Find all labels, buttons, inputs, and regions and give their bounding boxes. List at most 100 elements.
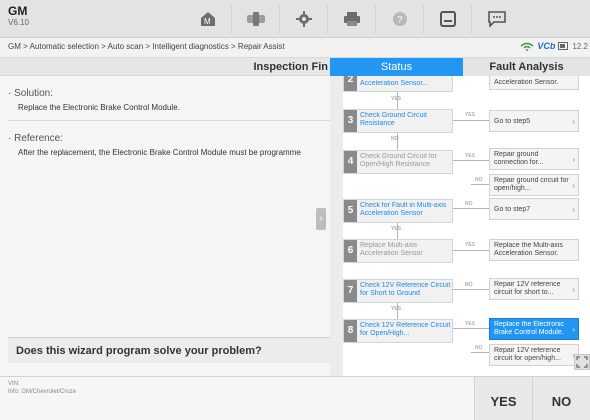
vci-status: VCb 12.2 xyxy=(520,41,588,51)
connector xyxy=(453,208,489,209)
right-panel-tabs: Status Fault Analysis xyxy=(330,58,590,76)
flow-label-yes: YES xyxy=(391,226,402,232)
home-button[interactable]: M xyxy=(185,4,232,34)
flow-result-4-no[interactable]: Repair ground circuit for open/high... › xyxy=(489,174,579,196)
tab-fault-analysis[interactable]: Fault Analysis xyxy=(463,58,590,76)
flow-step-2[interactable]: 2 Acceleration Sensor... xyxy=(343,76,453,92)
flow-step-4[interactable]: 4 Check Ground Circuit for Open/High Res… xyxy=(343,150,453,174)
vci-label: VCb xyxy=(537,41,556,51)
flow-step-7[interactable]: 7 Check 12V Reference Circuit for Short … xyxy=(343,279,453,303)
expand-icon[interactable] xyxy=(574,354,590,370)
settings-icon xyxy=(296,11,312,27)
step-number: 4 xyxy=(344,151,357,173)
flow-label-yes: YES xyxy=(391,96,402,102)
breadcrumb[interactable]: GM > Automatic selection > Auto scan > I… xyxy=(8,42,285,51)
connector xyxy=(453,289,489,290)
yes-button[interactable]: YES xyxy=(474,377,532,420)
home-icon: M xyxy=(201,12,215,26)
connector xyxy=(471,352,489,353)
connector xyxy=(453,160,489,161)
result-text: Repair ground connection for... xyxy=(494,151,544,166)
app-version: V6.10 xyxy=(8,18,29,27)
step-number: 2 xyxy=(344,76,357,91)
result-text: Acceleration Sensor. xyxy=(494,79,559,86)
result-text: Go to step5 xyxy=(494,118,531,125)
help-button[interactable]: ? xyxy=(377,4,424,34)
flow-step-3[interactable]: 3 Check Ground Circuit Resistance xyxy=(343,109,453,133)
flow-result-5[interactable]: Go to step7 › xyxy=(489,198,579,220)
wifi-icon xyxy=(520,42,534,51)
breadcrumb-bar: GM > Automatic selection > Auto scan > I… xyxy=(0,38,590,58)
flow-step-5[interactable]: 5 Check for Fault in Multi-axis Accelera… xyxy=(343,199,453,223)
step-text: Check 12V Reference Circuit for Open/Hig… xyxy=(360,322,451,337)
flow-result-3[interactable]: Go to step5 › xyxy=(489,110,579,132)
step-text: Check for Fault in Multi-axis Accelerati… xyxy=(360,202,447,217)
chevron-right-icon: › xyxy=(572,325,575,334)
status-time: 12.2 xyxy=(572,41,588,51)
connector xyxy=(453,250,489,251)
flow-result-4-yes[interactable]: Repair ground connection for... › xyxy=(489,148,579,170)
flow-result-6[interactable]: Replace the Multi-axis Acceleration Sens… xyxy=(489,239,579,261)
chevron-right-icon: › xyxy=(572,181,575,190)
chevron-right-icon: › xyxy=(572,285,575,294)
flow-label-no: NO xyxy=(475,345,483,351)
flow-step-6[interactable]: 6 Replace Multi-axis Acceleration Sensor xyxy=(343,239,453,263)
reference-text: After the replacement, the Electronic Br… xyxy=(18,148,301,157)
result-text: Repair 12V reference circuit for open/hi… xyxy=(494,347,561,362)
result-text: Repair 12V reference circuit for short t… xyxy=(494,281,561,296)
flow-label-no: NO xyxy=(475,177,483,183)
app-brand: GM V6.10 xyxy=(8,5,29,27)
help-icon: ? xyxy=(393,12,407,26)
save-button[interactable] xyxy=(425,4,472,34)
flow-label-yes: YES xyxy=(465,112,476,118)
svg-text:M: M xyxy=(204,17,211,26)
result-text: Repair ground circuit for open/high... xyxy=(494,177,569,192)
print-button[interactable] xyxy=(329,4,376,34)
flow-result-7[interactable]: Repair 12V reference circuit for short t… xyxy=(489,278,579,300)
main-content: Inspection Fin · Solution: Replace the E… xyxy=(0,58,330,376)
print-icon xyxy=(344,12,360,26)
step-number: 6 xyxy=(344,240,357,262)
vehicle-info: Info: GM/Chevrolet/Cruze xyxy=(8,389,77,395)
vci-connect-button[interactable] xyxy=(233,4,280,34)
vin-label: VIN: xyxy=(8,381,20,387)
step-number: 3 xyxy=(344,110,357,132)
connector xyxy=(471,184,489,185)
flow-result-8-no[interactable]: Repair 12V reference circuit for open/hi… xyxy=(489,344,579,366)
flow-label-yes: YES xyxy=(465,321,476,327)
svg-text:?: ? xyxy=(397,15,403,26)
result-text: Go to step7 xyxy=(494,206,531,213)
step-text: Replace Multi-axis Acceleration Sensor xyxy=(360,242,423,257)
panel-toggle-handle[interactable]: › xyxy=(316,208,326,230)
no-button[interactable]: NO xyxy=(532,377,590,420)
bottom-bar: VIN: Info: GM/Chevrolet/Cruze YES NO xyxy=(0,376,590,420)
step-number: 5 xyxy=(344,200,357,222)
page-title: Inspection Fin xyxy=(253,61,328,73)
flow-label-yes: YES xyxy=(465,242,476,248)
app-name: GM xyxy=(8,4,28,18)
wizard-question: Does this wizard program solve your prob… xyxy=(8,337,330,363)
flow-step-8[interactable]: 8 Check 12V Reference Circuit for Open/H… xyxy=(343,319,453,343)
step-text: Check Ground Circuit for Open/High Resis… xyxy=(360,153,438,168)
chevron-right-icon: › xyxy=(572,205,575,214)
flow-result-8-yes[interactable]: Replace the Electronic Brake Control Mod… xyxy=(489,318,579,340)
flow-result-2[interactable]: Acceleration Sensor. xyxy=(489,76,579,90)
page-title-bar: Inspection Fin xyxy=(0,58,330,76)
result-text: Replace the Multi-axis Acceleration Sens… xyxy=(494,242,563,257)
connector xyxy=(453,328,489,329)
step-number: 8 xyxy=(344,320,357,342)
settings-button[interactable] xyxy=(281,4,328,34)
flow-label-yes: YES xyxy=(391,306,402,312)
result-text: Replace the Electronic Brake Control Mod… xyxy=(494,321,565,336)
message-button[interactable] xyxy=(473,4,520,34)
flow-label-no: NO xyxy=(465,282,473,288)
tab-status[interactable]: Status xyxy=(330,58,463,76)
message-icon xyxy=(487,11,506,27)
battery-icon xyxy=(558,42,569,50)
step-text: Check Ground Circuit Resistance xyxy=(360,112,427,127)
step-text: Acceleration Sensor... xyxy=(360,80,429,87)
flow-label-no: NO xyxy=(391,136,399,142)
divider xyxy=(8,120,330,121)
vci-connect-icon xyxy=(247,12,265,26)
flow-label-yes: YES xyxy=(465,153,476,159)
